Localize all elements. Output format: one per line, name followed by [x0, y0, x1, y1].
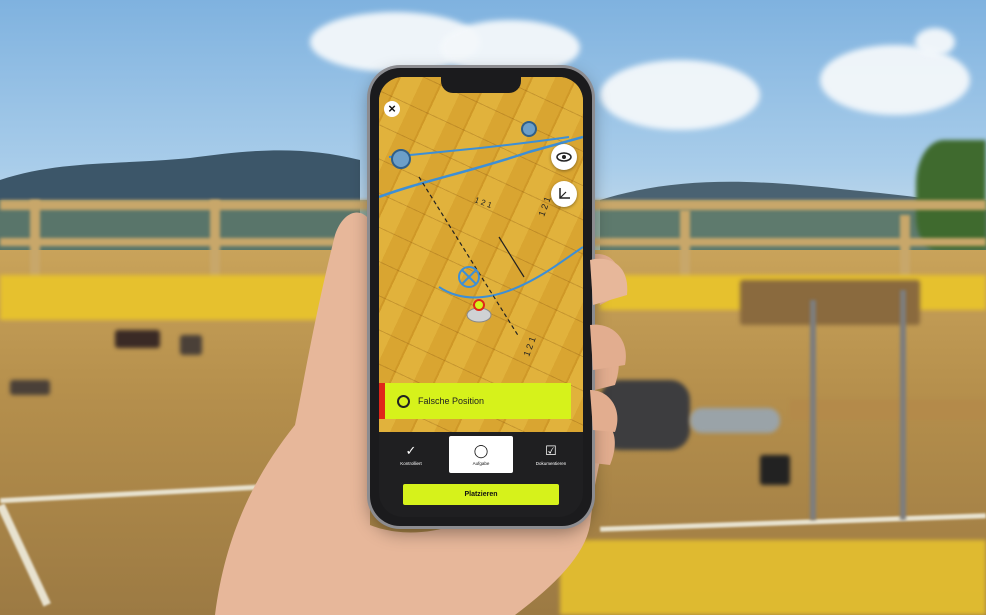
- ar-dimension-line: [498, 236, 525, 278]
- phone-notch: [441, 77, 521, 93]
- ar-anchor: [391, 149, 411, 169]
- check-icon: ✓: [405, 442, 417, 458]
- status-banner: Falsche Position: [379, 383, 571, 419]
- tab-aufgabe[interactable]: ◯ Aufgabe: [449, 436, 513, 473]
- smartphone: 1 2 1 1 2 1 1 2 1 × Falsche Position ✓ K…: [370, 68, 592, 526]
- phone-screen: 1 2 1 1 2 1 1 2 1 × Falsche Position ✓ K…: [379, 77, 583, 517]
- ar-camera-view: 1 2 1 1 2 1 1 2 1 × Falsche Position: [379, 77, 583, 432]
- cloud: [440, 20, 580, 75]
- equipment: [10, 380, 50, 395]
- timber-stack: [740, 280, 920, 325]
- device-indicator: [473, 299, 485, 311]
- plan-label: 1 2 1: [521, 335, 537, 357]
- plan-label: 1 2 1: [536, 195, 552, 217]
- status-circle-icon: [397, 394, 410, 408]
- ar-overlay: 1 2 1 1 2 1 1 2 1: [379, 121, 583, 358]
- bottom-tabs: ✓ Kontrolliert ◯ Aufgabe ☑ Dokumentieren: [379, 432, 583, 477]
- tab-label: Kontrolliert: [400, 460, 422, 466]
- circle-icon: ◯: [473, 442, 489, 458]
- platzieren-button[interactable]: Platzieren: [403, 484, 559, 505]
- cloud: [820, 45, 970, 115]
- scaffold-pole: [810, 300, 816, 520]
- cloud: [915, 28, 955, 56]
- bucket: [760, 455, 790, 485]
- pipe: [690, 408, 780, 433]
- ar-line: [388, 136, 570, 158]
- railing-post: [680, 210, 690, 280]
- scaffold-board: [790, 400, 986, 420]
- scaffold-pole: [900, 290, 906, 520]
- cloud: [600, 60, 760, 130]
- plan-label: 1 2 1: [473, 195, 493, 210]
- tab-label: Dokumentieren: [535, 460, 567, 466]
- photo-scene: 1 2 1 1 2 1 1 2 1 × Falsche Position ✓ K…: [0, 0, 986, 615]
- error-indicator: [379, 383, 385, 419]
- tab-dokumentieren[interactable]: ☑ Dokumentieren: [519, 432, 583, 477]
- status-text: Falsche Position: [418, 396, 485, 406]
- tab-label: Aufgabe: [472, 460, 490, 466]
- fingers: [590, 258, 628, 432]
- eye-icon[interactable]: [551, 144, 577, 170]
- edit-icon: ☑: [545, 442, 557, 458]
- tree: [916, 140, 986, 250]
- tab-kontrolliert[interactable]: ✓ Kontrolliert: [379, 432, 443, 477]
- target-marker-cross: [461, 269, 477, 285]
- close-icon[interactable]: ×: [384, 101, 400, 117]
- equipment: [115, 330, 160, 348]
- ar-anchor: [521, 121, 537, 137]
- railing-post: [30, 200, 40, 280]
- axes-icon[interactable]: [551, 181, 577, 207]
